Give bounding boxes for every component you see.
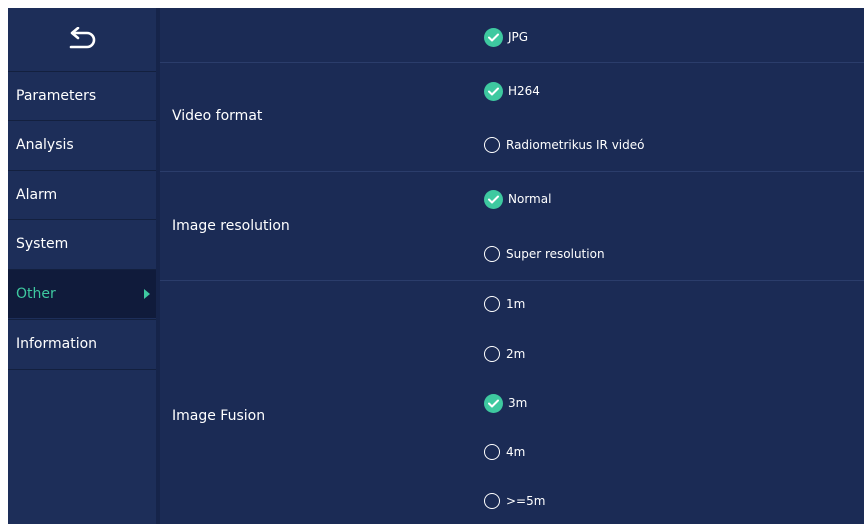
checked-icon <box>484 189 503 209</box>
option-h264[interactable]: H264 <box>484 80 540 102</box>
option-5m-plus[interactable]: >=5m <box>484 490 545 512</box>
option-2m[interactable]: 2m <box>484 343 525 365</box>
option-label: 1m <box>506 297 526 311</box>
option-label: Normal <box>508 192 552 206</box>
back-button[interactable] <box>8 8 156 71</box>
radio-unchecked-icon <box>484 137 500 153</box>
option-label: Radiometrikus IR videó <box>506 138 645 152</box>
checked-icon <box>484 393 503 413</box>
checked-icon <box>484 81 503 101</box>
sidebar-item-label: Analysis <box>16 137 74 153</box>
caret-right-icon <box>144 289 150 299</box>
checked-icon <box>484 27 503 47</box>
sidebar-item-alarm[interactable]: Alarm <box>8 170 156 219</box>
sidebar-item-parameters[interactable]: Parameters <box>8 71 156 120</box>
row-label-video-format: Video format <box>172 108 263 124</box>
option-label: H264 <box>508 84 540 98</box>
sidebar-item-label: Information <box>16 336 98 352</box>
sidebar: Parameters Analysis Alarm System Other I… <box>8 8 156 524</box>
radio-unchecked-icon <box>484 246 500 262</box>
option-label: Super resolution <box>506 247 605 261</box>
divider <box>160 171 864 172</box>
undo-arrow-icon <box>69 26 96 48</box>
divider <box>160 280 864 281</box>
option-radiometric-ir-video[interactable]: Radiometrikus IR videó <box>484 134 645 156</box>
divider <box>160 62 864 63</box>
radio-unchecked-icon <box>484 346 500 362</box>
radio-unchecked-icon <box>484 444 500 460</box>
sidebar-item-information[interactable]: Information <box>8 319 156 368</box>
option-3m[interactable]: 3m <box>484 392 527 414</box>
option-jpg[interactable]: JPG <box>484 26 528 48</box>
sidebar-item-analysis[interactable]: Analysis <box>8 120 156 169</box>
option-label: JPG <box>508 30 529 44</box>
sidebar-item-system[interactable]: System <box>8 219 156 268</box>
row-label-image-resolution: Image resolution <box>172 218 290 234</box>
sidebar-item-label: System <box>16 236 69 252</box>
option-label: 3m <box>508 396 528 410</box>
option-label: >=5m <box>506 494 546 508</box>
sidebar-item-label: Alarm <box>16 187 58 203</box>
sidebar-item-other[interactable]: Other <box>8 269 156 318</box>
sidebar-item-label: Other <box>16 286 56 302</box>
sidebar-item-label: Parameters <box>16 88 97 104</box>
settings-panel: JPG Video format H264 Radiometrikus IR v… <box>160 8 864 524</box>
option-super-resolution[interactable]: Super resolution <box>484 243 605 265</box>
option-1m[interactable]: 1m <box>484 293 525 315</box>
divider <box>8 369 156 370</box>
radio-unchecked-icon <box>484 296 500 312</box>
option-normal[interactable]: Normal <box>484 188 551 210</box>
option-label: 2m <box>506 347 526 361</box>
radio-unchecked-icon <box>484 493 500 509</box>
option-label: 4m <box>506 445 526 459</box>
row-label-image-fusion: Image Fusion <box>172 408 266 424</box>
option-4m[interactable]: 4m <box>484 441 525 463</box>
settings-window: Parameters Analysis Alarm System Other I… <box>8 8 864 524</box>
